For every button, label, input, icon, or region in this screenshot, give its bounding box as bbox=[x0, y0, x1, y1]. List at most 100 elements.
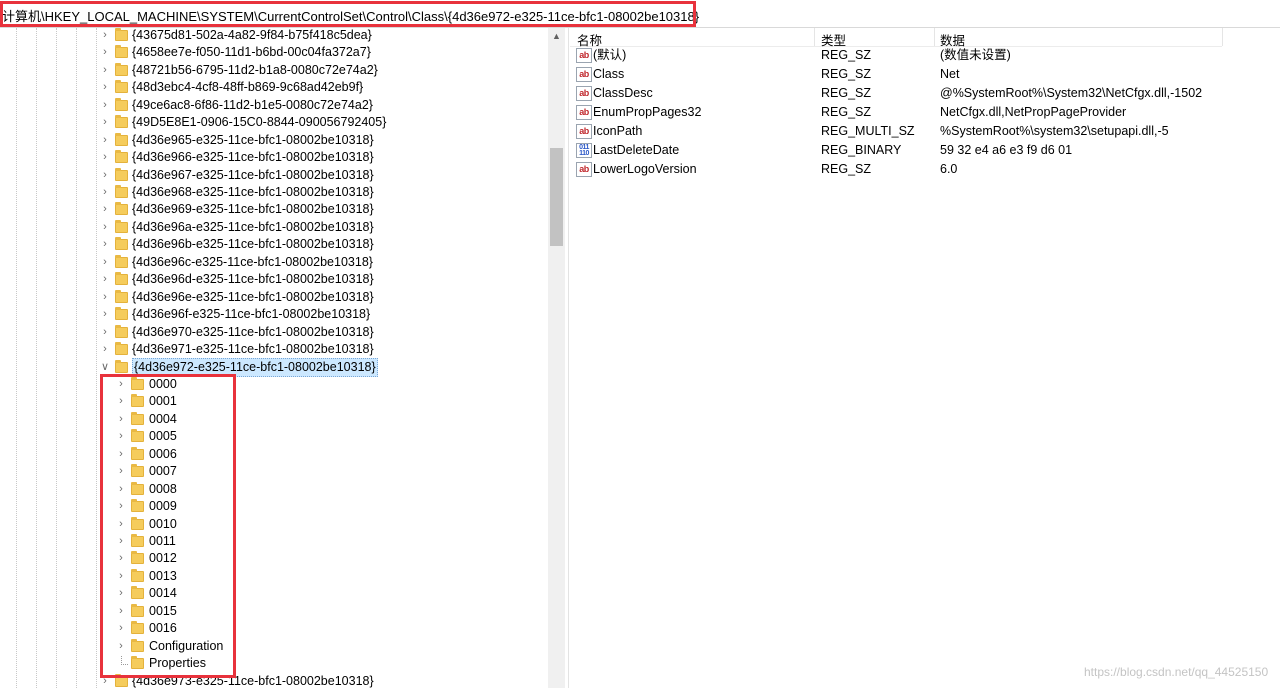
tree-item-label[interactable]: 0012 bbox=[149, 550, 177, 567]
expand-chevron-icon[interactable]: › bbox=[100, 289, 110, 306]
expand-chevron-icon[interactable]: › bbox=[100, 44, 110, 61]
column-separator[interactable] bbox=[1222, 28, 1223, 46]
column-separator[interactable] bbox=[934, 28, 935, 46]
expand-chevron-icon[interactable]: › bbox=[116, 516, 126, 533]
expand-chevron-icon[interactable]: › bbox=[116, 603, 126, 620]
expand-chevron-icon[interactable]: › bbox=[100, 219, 110, 236]
tree-item-label[interactable]: {4d36e967-e325-11ce-bfc1-08002be10318} bbox=[132, 167, 374, 184]
tree-item-label[interactable]: 0005 bbox=[149, 428, 177, 445]
tree-item-class-key[interactable]: › {43675d81-502a-4a82-9f84-b75f418c5dea} bbox=[0, 28, 548, 44]
registry-tree[interactable]: › {43675d81-502a-4a82-9f84-b75f418c5dea} ›… bbox=[0, 28, 548, 688]
tree-item-class-key[interactable]: › {49ce6ac8-6f86-11d2-b1e5-0080c72e74a2} bbox=[0, 97, 548, 114]
expand-chevron-icon[interactable]: › bbox=[116, 585, 126, 602]
tree-item-subkey[interactable]: › 0011 bbox=[0, 533, 548, 550]
address-bar[interactable]: 计算机\HKEY_LOCAL_MACHINE\SYSTEM\CurrentCon… bbox=[0, 0, 1280, 28]
expand-chevron-icon[interactable]: › bbox=[116, 463, 126, 480]
tree-item-subkey[interactable]: › 0016 bbox=[0, 620, 548, 637]
tree-item-class-key[interactable]: › {4d36e96d-e325-11ce-bfc1-08002be10318} bbox=[0, 271, 548, 288]
tree-item-label[interactable]: {49ce6ac8-6f86-11d2-b1e5-0080c72e74a2} bbox=[132, 97, 373, 114]
scroll-up-icon[interactable]: ▲ bbox=[548, 28, 565, 45]
expand-chevron-icon[interactable]: › bbox=[116, 533, 126, 550]
expand-chevron-icon[interactable]: › bbox=[100, 79, 110, 96]
tree-item-label[interactable]: {4658ee7e-f050-11d1-b6bd-00c04fa372a7} bbox=[132, 44, 371, 61]
tree-item-class-key[interactable]: › {4d36e965-e325-11ce-bfc1-08002be10318} bbox=[0, 132, 548, 149]
tree-item-label[interactable]: {49D5E8E1-0906-15C0-8844-090056792405} bbox=[132, 114, 386, 131]
tree-item-label[interactable]: 0015 bbox=[149, 603, 177, 620]
tree-item-label[interactable]: {4d36e96a-e325-11ce-bfc1-08002be10318} bbox=[132, 219, 374, 236]
expand-chevron-icon[interactable]: › bbox=[116, 568, 126, 585]
tree-item-label[interactable]: Properties bbox=[149, 655, 206, 672]
expand-chevron-icon[interactable]: › bbox=[100, 254, 110, 271]
expand-chevron-icon[interactable]: › bbox=[116, 620, 126, 637]
tree-item-label[interactable]: {48d3ebc4-4cf8-48ff-b869-9c68ad42eb9f} bbox=[132, 79, 363, 96]
expand-chevron-icon[interactable]: › bbox=[116, 481, 126, 498]
tree-scrollbar[interactable]: ▲ bbox=[548, 28, 565, 688]
expand-chevron-icon[interactable]: › bbox=[116, 550, 126, 567]
expand-chevron-icon[interactable]: › bbox=[100, 149, 110, 166]
value-row[interactable]: ab EnumPropPages32 REG_SZ NetCfgx.dll,NetPr… bbox=[570, 103, 1270, 122]
tree-item-label[interactable]: {4d36e968-e325-11ce-bfc1-08002be10318} bbox=[132, 184, 374, 201]
collapse-chevron-icon[interactable]: ∨ bbox=[100, 359, 110, 376]
tree-item-class-key[interactable]: › {4658ee7e-f050-11d1-b6bd-00c04fa372a7} bbox=[0, 44, 548, 61]
expand-chevron-icon[interactable]: › bbox=[100, 324, 110, 341]
tree-item-class-key[interactable]: › {4d36e969-e325-11ce-bfc1-08002be10318} bbox=[0, 201, 548, 218]
tree-item-label[interactable]: {4d36e96e-e325-11ce-bfc1-08002be10318} bbox=[132, 289, 374, 306]
tree-item-class-key[interactable]: › {49D5E8E1-0906-15C0-8844-090056792405} bbox=[0, 114, 548, 131]
scrollbar-thumb[interactable] bbox=[550, 148, 563, 246]
expand-chevron-icon[interactable]: › bbox=[116, 638, 126, 655]
tree-item-class-key[interactable]: › {4d36e968-e325-11ce-bfc1-08002be10318} bbox=[0, 184, 548, 201]
tree-item-label[interactable]: 0014 bbox=[149, 585, 177, 602]
tree-item-label[interactable]: 0007 bbox=[149, 463, 177, 480]
value-row[interactable]: ab LowerLogoVersion REG_SZ 6.0 bbox=[570, 160, 1270, 179]
expand-chevron-icon[interactable]: › bbox=[100, 114, 110, 131]
tree-item-class-key[interactable]: › {4d36e966-e325-11ce-bfc1-08002be10318} bbox=[0, 149, 548, 166]
tree-item-subkey[interactable]: › 0001 bbox=[0, 393, 548, 410]
tree-item-label[interactable]: {4d36e969-e325-11ce-bfc1-08002be10318} bbox=[132, 201, 374, 218]
expand-chevron-icon[interactable]: › bbox=[100, 28, 110, 44]
tree-item-class-key[interactable]: › {4d36e970-e325-11ce-bfc1-08002be10318} bbox=[0, 324, 548, 341]
expand-chevron-icon[interactable]: › bbox=[116, 498, 126, 515]
tree-item-label[interactable]: 0004 bbox=[149, 411, 177, 428]
tree-item-label[interactable]: 0016 bbox=[149, 620, 177, 637]
address-path[interactable]: 计算机\HKEY_LOCAL_MACHINE\SYSTEM\CurrentCon… bbox=[2, 6, 699, 25]
tree-item-subkey[interactable]: › 0006 bbox=[0, 446, 548, 463]
tree-item-selected-key[interactable]: ∨ {4d36e972-e325-11ce-bfc1-08002be10318} bbox=[0, 358, 548, 377]
tree-item-class-key[interactable]: › {4d36e971-e325-11ce-bfc1-08002be10318} bbox=[0, 341, 548, 358]
expand-chevron-icon[interactable]: › bbox=[116, 428, 126, 445]
tree-item-class-key[interactable]: › {48721b56-6795-11d2-b1a8-0080c72e74a2} bbox=[0, 62, 548, 79]
tree-item-class-key[interactable]: › {4d36e96e-e325-11ce-bfc1-08002be10318} bbox=[0, 289, 548, 306]
expand-chevron-icon[interactable]: › bbox=[100, 306, 110, 323]
value-row[interactable]: ab (默认) REG_SZ (数值未设置) bbox=[570, 46, 1270, 65]
tree-item-subkey[interactable]: › 0007 bbox=[0, 463, 548, 480]
tree-item-label[interactable]: Configuration bbox=[149, 638, 223, 655]
tree-item-label[interactable]: {4d36e965-e325-11ce-bfc1-08002be10318} bbox=[132, 132, 374, 149]
tree-item-label[interactable]: 0006 bbox=[149, 446, 177, 463]
expand-chevron-icon[interactable]: › bbox=[116, 376, 126, 393]
tree-item-label[interactable]: 0013 bbox=[149, 568, 177, 585]
expand-chevron-icon[interactable]: › bbox=[100, 167, 110, 184]
tree-item-subkey[interactable]: › 0000 bbox=[0, 376, 548, 393]
expand-chevron-icon[interactable]: › bbox=[100, 271, 110, 288]
value-row[interactable]: ab ClassDesc REG_SZ @%SystemRoot%\System32\… bbox=[570, 84, 1270, 103]
tree-item-label[interactable]: 0000 bbox=[149, 376, 177, 393]
tree-item-label[interactable]: {4d36e96d-e325-11ce-bfc1-08002be10318} bbox=[132, 271, 374, 288]
value-row[interactable]: 011 110 LastDeleteDate REG_BINARY 59 32 e4 a… bbox=[570, 141, 1270, 160]
tree-item-label[interactable]: {4d36e96c-e325-11ce-bfc1-08002be10318} bbox=[132, 254, 373, 271]
expand-chevron-icon[interactable]: › bbox=[100, 184, 110, 201]
tree-item-label[interactable]: {4d36e972-e325-11ce-bfc1-08002be10318} bbox=[132, 358, 378, 377]
tree-item-label[interactable]: {4d36e96f-e325-11ce-bfc1-08002be10318} bbox=[132, 306, 370, 323]
expand-chevron-icon[interactable]: › bbox=[100, 201, 110, 218]
tree-item-subkey[interactable]: › 0009 bbox=[0, 498, 548, 515]
tree-item-label[interactable]: 0010 bbox=[149, 516, 177, 533]
tree-item-class-key[interactable]: › {4d36e96c-e325-11ce-bfc1-08002be10318} bbox=[0, 254, 548, 271]
expand-chevron-icon[interactable]: › bbox=[116, 393, 126, 410]
tree-item-label[interactable]: {48721b56-6795-11d2-b1a8-0080c72e74a2} bbox=[132, 62, 378, 79]
tree-item-subkey[interactable]: › 0013 bbox=[0, 568, 548, 585]
tree-item-class-key[interactable]: › {4d36e96b-e325-11ce-bfc1-08002be10318} bbox=[0, 236, 548, 253]
tree-item-properties[interactable]: Properties bbox=[0, 655, 548, 672]
tree-item-label[interactable]: {4d36e970-e325-11ce-bfc1-08002be10318} bbox=[132, 324, 374, 341]
tree-item-label[interactable]: 0011 bbox=[149, 533, 176, 550]
tree-item-label[interactable]: {4d36e96b-e325-11ce-bfc1-08002be10318} bbox=[132, 236, 374, 253]
tree-item-class-key[interactable]: › {48d3ebc4-4cf8-48ff-b869-9c68ad42eb9f} bbox=[0, 79, 548, 96]
tree-item-subkey[interactable]: › 0004 bbox=[0, 411, 548, 428]
